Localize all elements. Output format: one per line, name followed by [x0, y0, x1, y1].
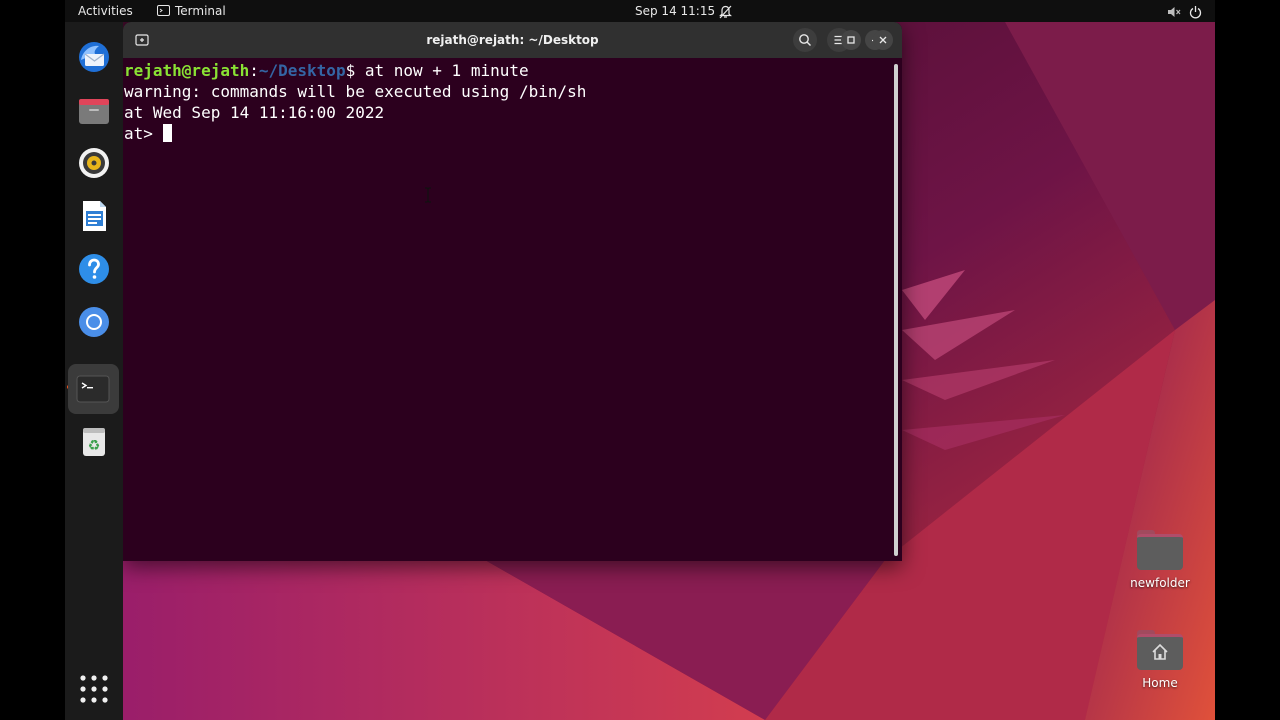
- desktop-icon-home[interactable]: Home: [1120, 630, 1200, 690]
- volume-muted-icon[interactable]: [1167, 4, 1181, 18]
- window-title: rejath@rejath: ~/Desktop: [426, 33, 599, 47]
- desktop-icon-newfolder[interactable]: newfolder: [1120, 530, 1200, 590]
- output-line: at Wed Sep 14 11:16:00 2022: [124, 103, 385, 122]
- prompt-user: rejath@rejath: [124, 61, 250, 80]
- prompt-colon: :: [249, 61, 259, 80]
- search-button[interactable]: [793, 28, 817, 52]
- terminal-icon[interactable]: [68, 364, 119, 414]
- top-bar: Activities Terminal Sep 14 11:15: [65, 0, 1215, 22]
- rhythmbox-icon[interactable]: [73, 142, 115, 184]
- prompt-path: ~/Desktop: [258, 61, 346, 80]
- notifications-muted-icon[interactable]: [719, 4, 732, 19]
- trash-icon[interactable]: ♻: [73, 420, 115, 462]
- terminal-small-icon: [157, 5, 170, 16]
- libreoffice-writer-icon[interactable]: [73, 195, 115, 237]
- maximize-button[interactable]: [841, 30, 861, 50]
- svg-text:♻: ♻: [88, 438, 101, 454]
- activities-button[interactable]: Activities: [78, 0, 133, 22]
- at-prompt: at>: [124, 124, 163, 143]
- folder-icon: [1137, 530, 1183, 570]
- help-icon[interactable]: [73, 248, 115, 290]
- power-icon[interactable]: [1189, 4, 1202, 19]
- search-icon: [799, 34, 811, 46]
- terminal-window[interactable]: rejath@rejath: ~/Desktop rejath@rejath:~…: [123, 22, 902, 561]
- app-menu-button[interactable]: Terminal: [157, 0, 226, 22]
- desktop-icon-label: Home: [1142, 676, 1178, 690]
- scrollbar[interactable]: [894, 64, 898, 556]
- files-icon[interactable]: [73, 89, 115, 131]
- dock: ♻: [65, 22, 123, 720]
- mouse-ibeam-cursor: [425, 187, 431, 203]
- maximize-icon: [847, 36, 855, 44]
- prompt-symbol: $: [345, 61, 356, 80]
- chromium-icon[interactable]: [73, 301, 115, 343]
- at-prompt-line: at>: [124, 123, 890, 144]
- output-line: warning: commands will be executed using…: [124, 82, 587, 101]
- close-button[interactable]: [873, 30, 893, 50]
- command-text: at now + 1 minute: [355, 61, 529, 80]
- window-headerbar[interactable]: rejath@rejath: ~/Desktop: [123, 22, 902, 58]
- close-icon: [879, 36, 887, 44]
- thunderbird-icon[interactable]: [73, 36, 115, 78]
- desktop-icon-label: newfolder: [1130, 576, 1190, 590]
- terminal-content[interactable]: rejath@rejath:~/Desktop$ at now + 1 minu…: [124, 60, 890, 560]
- app-menu-label: Terminal: [175, 4, 226, 18]
- desktop-screen: Activities Terminal Sep 14 11:15 ♻ rejat…: [65, 0, 1215, 720]
- home-folder-icon: [1137, 630, 1183, 670]
- text-cursor: [162, 124, 172, 142]
- show-apps-icon[interactable]: [73, 668, 115, 710]
- clock[interactable]: Sep 14 11:15: [635, 0, 715, 22]
- command-line: rejath@rejath:~/Desktop$ at now + 1 minu…: [124, 60, 890, 81]
